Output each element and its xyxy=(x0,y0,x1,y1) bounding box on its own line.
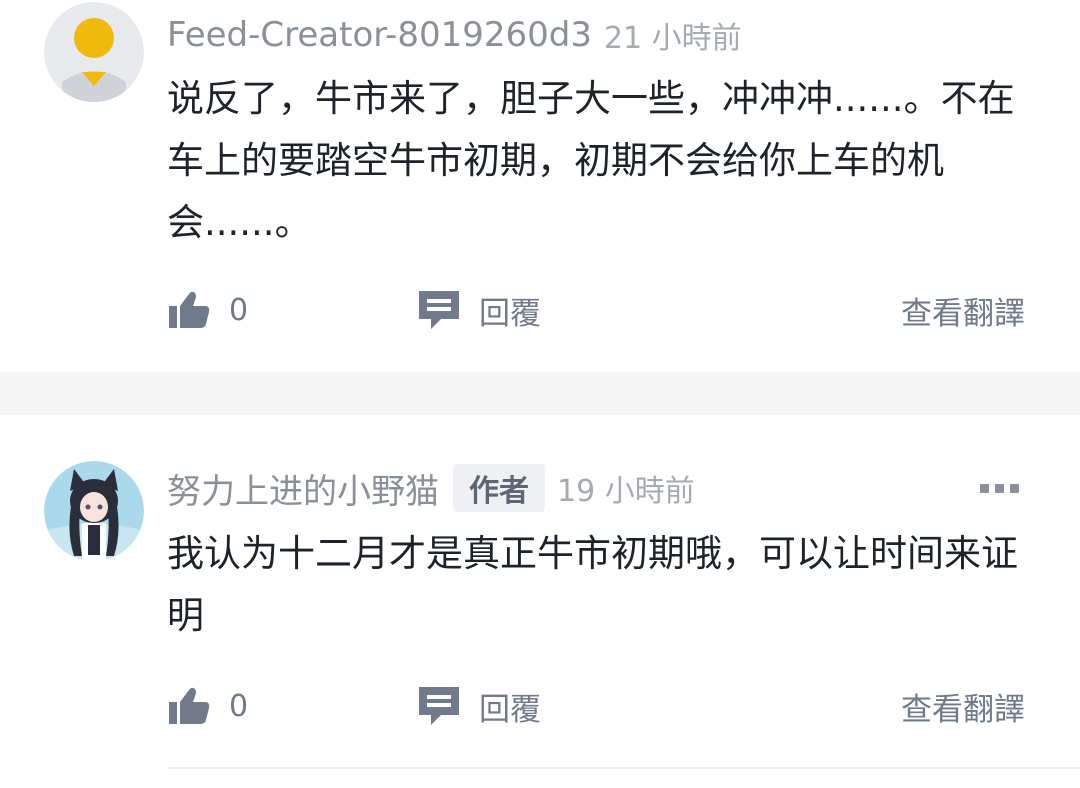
comments-page: Feed-Creator-8019260d3 21 小時前 说反了，牛市来了，胆… xyxy=(0,0,1080,788)
username[interactable]: 努力上进的小野猫 xyxy=(167,464,439,513)
comment-header: 努力上进的小野猫 作者 19 小時前 xyxy=(167,463,1040,513)
comment-header: Feed-Creator-8019260d3 21 小時前 xyxy=(167,10,1040,60)
comment-bubble-icon xyxy=(419,291,459,329)
comment-text: 我认为十二月才是真正牛市初期哦，可以让时间来证明 xyxy=(167,532,1018,637)
dot-icon xyxy=(979,483,989,493)
dot-icon xyxy=(1009,483,1019,493)
reply-button[interactable]: 回覆 xyxy=(417,684,541,729)
more-options-button[interactable] xyxy=(978,473,1020,503)
user-avatar[interactable] xyxy=(44,461,144,561)
user-avatar[interactable] xyxy=(44,2,144,102)
reply-label: 回覆 xyxy=(479,691,541,728)
timestamp: 21 小時前 xyxy=(603,21,742,56)
like-button[interactable]: 0 xyxy=(167,290,417,330)
translate-button[interactable]: 查看翻譯 xyxy=(901,684,1025,729)
like-count: 0 xyxy=(229,292,249,328)
comment-actions: 0 回覆 查看翻譯 xyxy=(167,681,1025,731)
comment-item: Feed-Creator-8019260d3 21 小時前 说反了，牛市来了，胆… xyxy=(0,0,1080,372)
comment-actions: 0 回覆 查看翻譯 xyxy=(167,285,1025,335)
like-count: 0 xyxy=(229,688,249,724)
thumbs-up-icon xyxy=(169,687,210,724)
default-user-avatar-icon xyxy=(44,2,144,102)
section-divider xyxy=(0,372,1080,415)
comment-text: 说反了，牛市来了，胆子大一些，冲冲冲......。不在车上的要踏空牛市初期，初期… xyxy=(167,77,1015,244)
reply-label: 回覆 xyxy=(479,295,541,332)
like-button[interactable]: 0 xyxy=(167,686,417,726)
timestamp: 19 小時前 xyxy=(557,474,695,509)
dot-icon xyxy=(994,483,1004,493)
reply-button[interactable]: 回覆 xyxy=(417,288,541,333)
author-badge: 作者 xyxy=(453,464,545,512)
divider-line xyxy=(167,767,1080,769)
comment-bubble-icon xyxy=(419,687,459,725)
username[interactable]: Feed-Creator-8019260d3 xyxy=(167,15,592,55)
thumbs-up-icon xyxy=(169,291,210,328)
comment-item: 努力上进的小野猫 作者 19 小時前 我认为十二月才是真正牛市初期哦，可以让时间… xyxy=(0,415,1080,788)
anime-cat-girl-avatar-icon xyxy=(44,461,144,561)
translate-button[interactable]: 查看翻譯 xyxy=(901,288,1025,333)
